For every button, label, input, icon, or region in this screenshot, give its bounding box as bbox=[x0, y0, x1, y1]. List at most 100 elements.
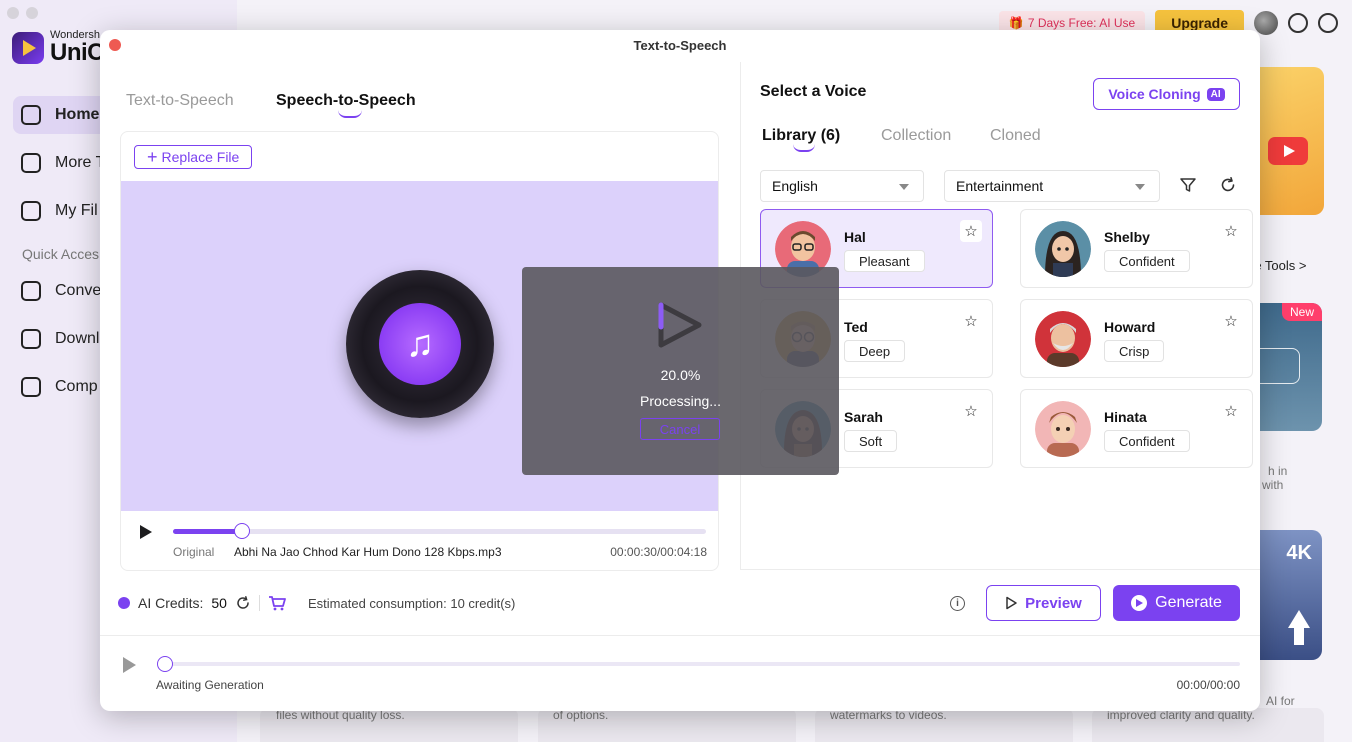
headset-icon[interactable] bbox=[1318, 13, 1338, 33]
star-icon[interactable]: ☆ bbox=[960, 310, 982, 332]
file-name: Abhi Na Jao Chhod Kar Hum Dono 128 Kbps.… bbox=[234, 545, 502, 559]
generate-icon bbox=[1131, 595, 1148, 611]
home-icon bbox=[21, 105, 41, 125]
cart-icon[interactable] bbox=[268, 595, 286, 611]
sidebar-item-label: My Fil bbox=[55, 202, 98, 219]
processing-overlay: 20.0% Processing... Cancel bbox=[522, 267, 839, 475]
gift-icon: 🎁 bbox=[1008, 16, 1024, 30]
divider bbox=[258, 595, 260, 611]
tab-text-to-speech[interactable]: Text-to-Speech bbox=[126, 92, 234, 110]
toolbox-icon bbox=[21, 153, 41, 173]
window-minimize-button[interactable] bbox=[26, 7, 38, 19]
tile-description: with bbox=[1262, 478, 1284, 492]
voice-name: Ted bbox=[844, 319, 868, 335]
convert-icon bbox=[21, 281, 41, 301]
source-time: 00:00:30/00:04:18 bbox=[610, 545, 707, 559]
refresh-credits-icon[interactable] bbox=[235, 595, 251, 611]
output-time: 00:00/00:00 bbox=[1176, 678, 1240, 692]
preview-label: Preview bbox=[1025, 594, 1082, 612]
replace-file-label: Replace File bbox=[161, 149, 240, 165]
source-seek-bar[interactable] bbox=[173, 523, 706, 539]
upload-arrow-stem bbox=[1294, 627, 1304, 645]
sidebar-item-label: Home bbox=[55, 106, 100, 123]
section-divider bbox=[100, 635, 1260, 636]
star-icon[interactable]: ☆ bbox=[1220, 310, 1242, 332]
download-icon bbox=[21, 329, 41, 349]
tab-collection[interactable]: Collection bbox=[881, 127, 951, 145]
cancel-button[interactable]: Cancel bbox=[640, 418, 720, 440]
chat-icon[interactable] bbox=[1288, 13, 1308, 33]
language-select[interactable]: English bbox=[760, 170, 924, 202]
plus-icon: + bbox=[147, 147, 158, 167]
sidebar-item-label: Comp bbox=[55, 378, 98, 395]
play-outline-icon bbox=[1006, 596, 1017, 610]
sidebar-item-more-tools[interactable]: More T bbox=[13, 144, 105, 182]
replace-file-button[interactable]: + Replace File bbox=[134, 145, 253, 169]
tab-library[interactable]: Library (6) bbox=[762, 127, 840, 145]
dialog-title: Text-to-Speech bbox=[633, 38, 727, 53]
hinata-avatar bbox=[1035, 401, 1091, 457]
voice-tag: Deep bbox=[844, 340, 906, 362]
quick-access-heading: Quick Acces bbox=[22, 246, 100, 262]
sidebar-item-downloader[interactable]: Downl bbox=[13, 320, 99, 358]
language-value: English bbox=[772, 178, 818, 194]
shelby-avatar bbox=[1035, 221, 1091, 277]
sidebar-item-compressor[interactable]: Comp bbox=[13, 368, 98, 406]
voice-tag: Confident bbox=[1104, 250, 1190, 272]
voice-card-hinata[interactable]: Hinata Confident ☆ bbox=[1020, 389, 1253, 468]
star-icon[interactable]: ☆ bbox=[1220, 220, 1242, 242]
category-value: Entertainment bbox=[956, 178, 1044, 194]
preview-button[interactable]: Preview bbox=[986, 585, 1101, 621]
tab-speech-to-speech[interactable]: Speech-to-Speech bbox=[276, 92, 416, 110]
file-icon bbox=[21, 201, 41, 221]
window-controls bbox=[7, 7, 38, 19]
percent-value: 20.0% bbox=[660, 367, 701, 383]
vinyl-record-icon: ♫ bbox=[346, 270, 494, 418]
youtube-icon bbox=[1268, 137, 1308, 165]
tile-description: AI for bbox=[1266, 694, 1295, 708]
user-avatar[interactable] bbox=[1254, 11, 1278, 35]
voice-name: Shelby bbox=[1104, 229, 1150, 245]
tab-cloned[interactable]: Cloned bbox=[990, 127, 1041, 145]
4k-label: 4K bbox=[1286, 542, 1312, 564]
new-badge: New bbox=[1281, 303, 1322, 321]
voice-name: Howard bbox=[1104, 319, 1156, 335]
voice-cloning-button[interactable]: Voice Cloning AI bbox=[1093, 78, 1240, 110]
ai-credits-icon bbox=[118, 597, 130, 609]
active-tab-indicator bbox=[338, 110, 362, 118]
category-select[interactable]: Entertainment bbox=[944, 170, 1160, 202]
voice-card-shelby[interactable]: Shelby Confident ☆ bbox=[1020, 209, 1253, 288]
text-to-speech-dialog: Text-to-Speech Text-to-Speech Speech-to-… bbox=[100, 30, 1260, 711]
generate-label: Generate bbox=[1155, 594, 1222, 611]
tile-description: h in bbox=[1268, 464, 1288, 478]
star-icon[interactable]: ☆ bbox=[1220, 400, 1242, 422]
output-seek-bar[interactable] bbox=[166, 662, 1240, 666]
window-close-button[interactable] bbox=[7, 7, 19, 19]
source-player: Original Abhi Na Jao Chhod Kar Hum Dono … bbox=[121, 511, 718, 570]
play-icon[interactable] bbox=[140, 525, 152, 539]
sidebar-item-converter[interactable]: Conve bbox=[13, 272, 101, 310]
output-play-icon[interactable] bbox=[123, 657, 136, 673]
seek-progress bbox=[173, 529, 243, 534]
voice-tag: Soft bbox=[844, 430, 898, 452]
original-label: Original bbox=[173, 545, 215, 559]
star-icon[interactable]: ☆ bbox=[960, 220, 982, 242]
filter-icon[interactable] bbox=[1179, 176, 1197, 194]
sidebar-item-my-files[interactable]: My Fil bbox=[13, 192, 98, 230]
voice-tag: Crisp bbox=[1104, 340, 1165, 362]
info-icon[interactable]: i bbox=[950, 596, 965, 611]
ai-credits: AI Credits: 50 bbox=[118, 595, 286, 611]
promo-label: 7 Days Free: AI Use bbox=[1027, 16, 1136, 30]
voice-cloning-label: Voice Cloning bbox=[1108, 86, 1201, 102]
processing-percent: 20.0% bbox=[522, 367, 839, 383]
output-status: Awaiting Generation bbox=[156, 678, 264, 692]
uniconverter-logo-icon bbox=[658, 302, 702, 348]
star-icon[interactable]: ☆ bbox=[960, 400, 982, 422]
refresh-icon[interactable] bbox=[1219, 176, 1237, 194]
voice-tag: Pleasant bbox=[844, 250, 925, 272]
generate-button[interactable]: Generate bbox=[1113, 585, 1240, 621]
output-seek-handle[interactable] bbox=[157, 656, 173, 672]
seek-handle[interactable] bbox=[234, 523, 251, 539]
music-note-icon: ♫ bbox=[379, 303, 461, 385]
voice-card-howard[interactable]: Howard Crisp ☆ bbox=[1020, 299, 1253, 378]
